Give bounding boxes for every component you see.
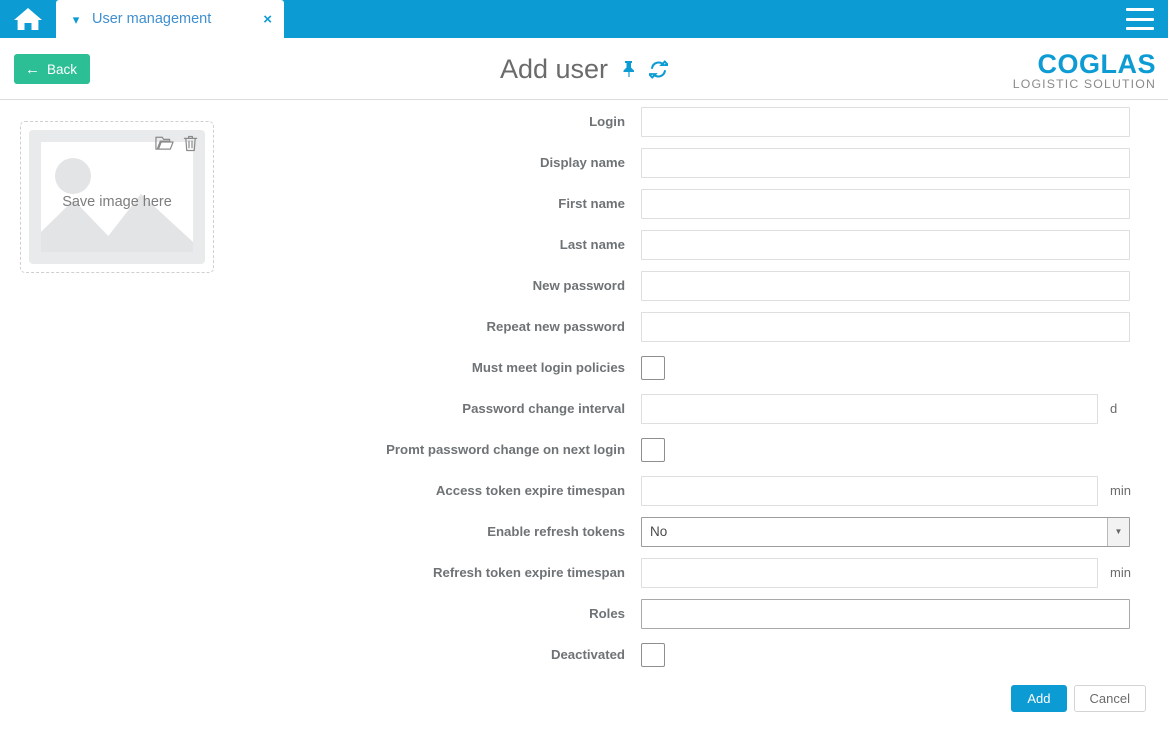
arrow-left-icon: ← [25, 60, 40, 78]
field-label: Repeat new password [486, 319, 625, 334]
field-control [641, 188, 1146, 219]
trash-icon[interactable] [183, 135, 198, 152]
form-row-new-password: New password [0, 265, 1168, 306]
cancel-button[interactable]: Cancel [1073, 685, 1146, 712]
close-icon[interactable]: × [247, 12, 272, 27]
new-password-input[interactable] [641, 270, 1130, 301]
tab-label: User management [92, 11, 212, 27]
chevron-down-icon[interactable]: ▼ [1107, 517, 1129, 546]
select-value: No [650, 524, 668, 539]
field-label: Deactivated [550, 647, 625, 662]
page-header: ← Back Add user COGLAS LOGISTIC SOLUTION [0, 38, 1168, 100]
page-content: Save image here Login Display name First… [0, 101, 1168, 744]
first-name-input[interactable] [641, 188, 1130, 219]
field-label: Roles [589, 606, 625, 621]
form-row-last-name: Last name [0, 224, 1168, 265]
form-row-login-policies: Must meet login policies [0, 347, 1168, 388]
field-control [641, 270, 1146, 301]
field-label: Last name [559, 237, 625, 252]
deactivated-checkbox[interactable] [641, 642, 665, 667]
field-label: Login [589, 114, 625, 129]
repeat-password-input[interactable] [641, 311, 1130, 342]
field-control: No ▼ [641, 516, 1146, 547]
logo-tagline: LOGISTIC SOLUTION [1012, 77, 1156, 92]
back-button[interactable]: ← Back [14, 54, 91, 84]
page-title-container: Add user [0, 38, 1168, 100]
display-name-input[interactable] [641, 147, 1130, 178]
field-label: Display name [539, 155, 625, 170]
field-label: First name [558, 196, 625, 211]
field-label: Must meet login policies [471, 360, 625, 375]
unit-label: min [1110, 565, 1131, 580]
must-meet-login-policies-checkbox[interactable] [641, 355, 665, 380]
enable-refresh-tokens-select[interactable]: No ▼ [641, 516, 1130, 547]
pin-icon[interactable] [620, 60, 637, 78]
refresh-token-expire-input[interactable] [641, 557, 1098, 588]
field-label: Enable refresh tokens [487, 524, 625, 539]
field-label: Promt password change on next login [386, 442, 625, 457]
field-control: min [641, 475, 1146, 506]
field-control [641, 147, 1146, 178]
roles-input[interactable] [641, 598, 1130, 629]
logo-wordmark: COGLAS [1037, 49, 1156, 79]
unit-label: min [1110, 483, 1131, 498]
access-token-expire-input[interactable] [641, 475, 1098, 506]
add-button[interactable]: Add [1011, 685, 1067, 712]
home-button[interactable] [0, 0, 56, 38]
form-row-prompt-password-change: Promt password change on next login [0, 429, 1168, 470]
prompt-password-change-checkbox[interactable] [641, 437, 665, 462]
field-label: Password change interval [462, 401, 625, 416]
form-row-first-name: First name [0, 183, 1168, 224]
image-actions [155, 135, 198, 152]
back-button-label: Back [47, 61, 78, 77]
unit-label: d [1110, 401, 1118, 416]
form-row-repeat-password: Repeat new password [0, 306, 1168, 347]
top-bar: ▾ User management × [0, 0, 1168, 38]
form-row-deactivated: Deactivated [0, 634, 1168, 675]
field-control: min [641, 557, 1146, 588]
field-control [641, 106, 1146, 137]
tab-user-management[interactable]: ▾ User management × [56, 0, 284, 38]
form-actions: Add Cancel [1011, 685, 1146, 712]
coglas-logo: COGLAS LOGISTIC SOLUTION [1013, 50, 1156, 92]
field-control [641, 355, 1146, 380]
form-row-refresh-token-timespan: Refresh token expire timespan min [0, 552, 1168, 593]
folder-open-icon[interactable] [155, 135, 174, 152]
hamburger-bar [1126, 17, 1154, 21]
home-icon [13, 6, 43, 32]
form-row-access-token-timespan: Access token expire timespan min [0, 470, 1168, 511]
chevron-down-icon[interactable]: ▾ [70, 13, 82, 26]
field-label: Refresh token expire timespan [432, 565, 625, 580]
refresh-icon[interactable] [649, 59, 669, 79]
page-title: Add user [499, 53, 609, 84]
hamburger-menu-icon[interactable] [1126, 8, 1154, 30]
login-input[interactable] [641, 106, 1130, 137]
hamburger-bar [1126, 27, 1154, 30]
field-label: Access token expire timespan [435, 483, 625, 498]
add-user-form: Login Display name First name Last name [0, 101, 1168, 675]
form-row-password-interval: Password change interval d [0, 388, 1168, 429]
field-control [641, 229, 1146, 260]
password-change-interval-input[interactable] [641, 393, 1098, 424]
field-label: New password [532, 278, 625, 293]
field-control [641, 311, 1146, 342]
field-control: d [641, 393, 1146, 424]
field-control [641, 642, 1146, 667]
field-control [641, 598, 1146, 629]
form-row-roles: Roles [0, 593, 1168, 634]
form-row-enable-refresh-tokens: Enable refresh tokens No ▼ [0, 511, 1168, 552]
last-name-input[interactable] [641, 229, 1130, 260]
hamburger-bar [1126, 8, 1154, 11]
field-control [641, 437, 1146, 462]
